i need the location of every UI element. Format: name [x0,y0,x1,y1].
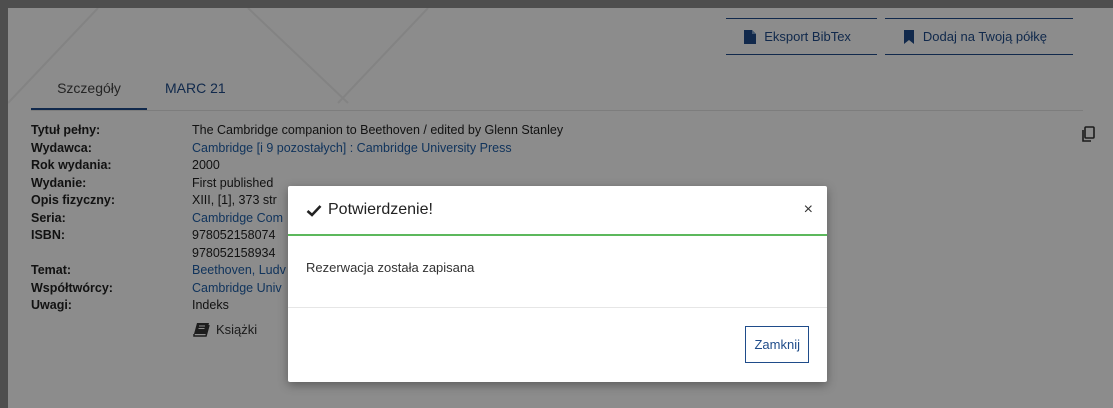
dialog-footer: Zamknij [288,308,827,380]
close-icon[interactable]: × [804,201,813,219]
confirmation-dialog: Potwierdzenie! × Rezerwacja została zapi… [288,186,827,382]
close-button[interactable]: Zamknij [745,325,809,363]
dialog-body: Rezerwacja została zapisana [288,236,827,308]
checkmark-icon [306,204,322,217]
dialog-header: Potwierdzenie! × [288,186,827,236]
dialog-title-text: Potwierdzenie! [328,201,433,218]
dialog-title: Potwierdzenie! [306,201,433,219]
dialog-message: Rezerwacja została zapisana [306,260,475,275]
